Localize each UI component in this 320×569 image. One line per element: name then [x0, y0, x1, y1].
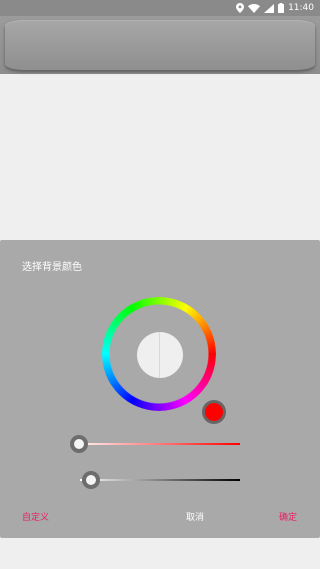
wifi-icon: [248, 3, 261, 13]
color-preview-center[interactable]: [137, 332, 183, 378]
saturation-track[interactable]: [70, 443, 240, 445]
top-banner: [0, 16, 320, 74]
cancel-button[interactable]: 取消: [186, 510, 204, 523]
center-divider: [159, 332, 160, 378]
saturation-thumb-knob: [74, 439, 84, 449]
hue-handle[interactable]: [202, 400, 226, 424]
location-icon: [236, 3, 245, 13]
signal-icon: [264, 3, 275, 13]
status-time: 11:40: [288, 3, 314, 13]
color-wheel[interactable]: [102, 297, 226, 424]
saturation-slider[interactable]: [70, 435, 240, 453]
custom-button[interactable]: 自定义: [22, 510, 49, 523]
selected-color-dot: [205, 403, 223, 421]
top-banner-card: [5, 20, 315, 70]
ok-button[interactable]: 确定: [279, 510, 297, 523]
brightness-slider[interactable]: [80, 471, 240, 489]
brightness-track[interactable]: [80, 479, 240, 481]
status-bar: 11:40: [0, 0, 320, 16]
battery-icon: [278, 3, 285, 13]
dialog-title: 选择背景颜色: [22, 262, 82, 273]
brightness-thumb-knob: [86, 475, 96, 485]
brightness-thumb[interactable]: [82, 471, 100, 489]
color-picker-dialog: 选择背景颜色 自定义 取消 确定: [0, 240, 320, 538]
saturation-thumb[interactable]: [70, 435, 88, 453]
